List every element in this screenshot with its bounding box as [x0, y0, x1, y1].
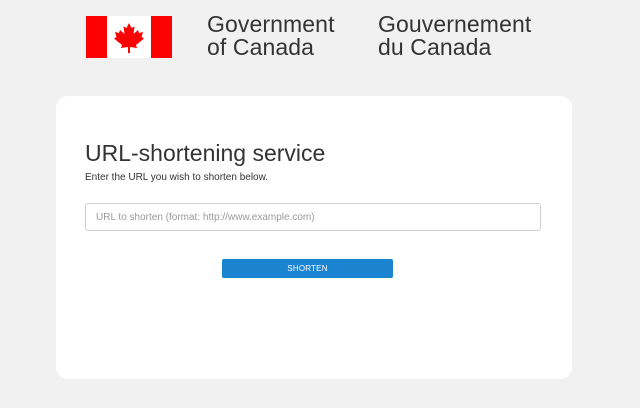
wordmark-english-line-2: of Canada [207, 34, 315, 60]
wordmark-french-line-2: du Canada [378, 34, 492, 60]
wordmark-french: Gouvernement du Canada [378, 13, 531, 59]
wordmark-french-line-1: Gouvernement [378, 11, 532, 37]
canada-flag-icon [86, 16, 172, 58]
url-shortener-card: URL-shortening service Enter the URL you… [56, 96, 572, 379]
wordmark-english-line-1: Government [207, 11, 335, 37]
url-input[interactable] [85, 203, 541, 231]
instructions-text: Enter the URL you wish to shorten below. [85, 172, 269, 183]
government-header: Government of Canada Gouvernement du Can… [0, 0, 640, 80]
page: Government of Canada Gouvernement du Can… [0, 0, 640, 408]
page-title: URL-shortening service [85, 140, 326, 166]
shorten-button[interactable]: SHORTEN [222, 259, 393, 278]
wordmark-english: Government of Canada [207, 13, 335, 59]
